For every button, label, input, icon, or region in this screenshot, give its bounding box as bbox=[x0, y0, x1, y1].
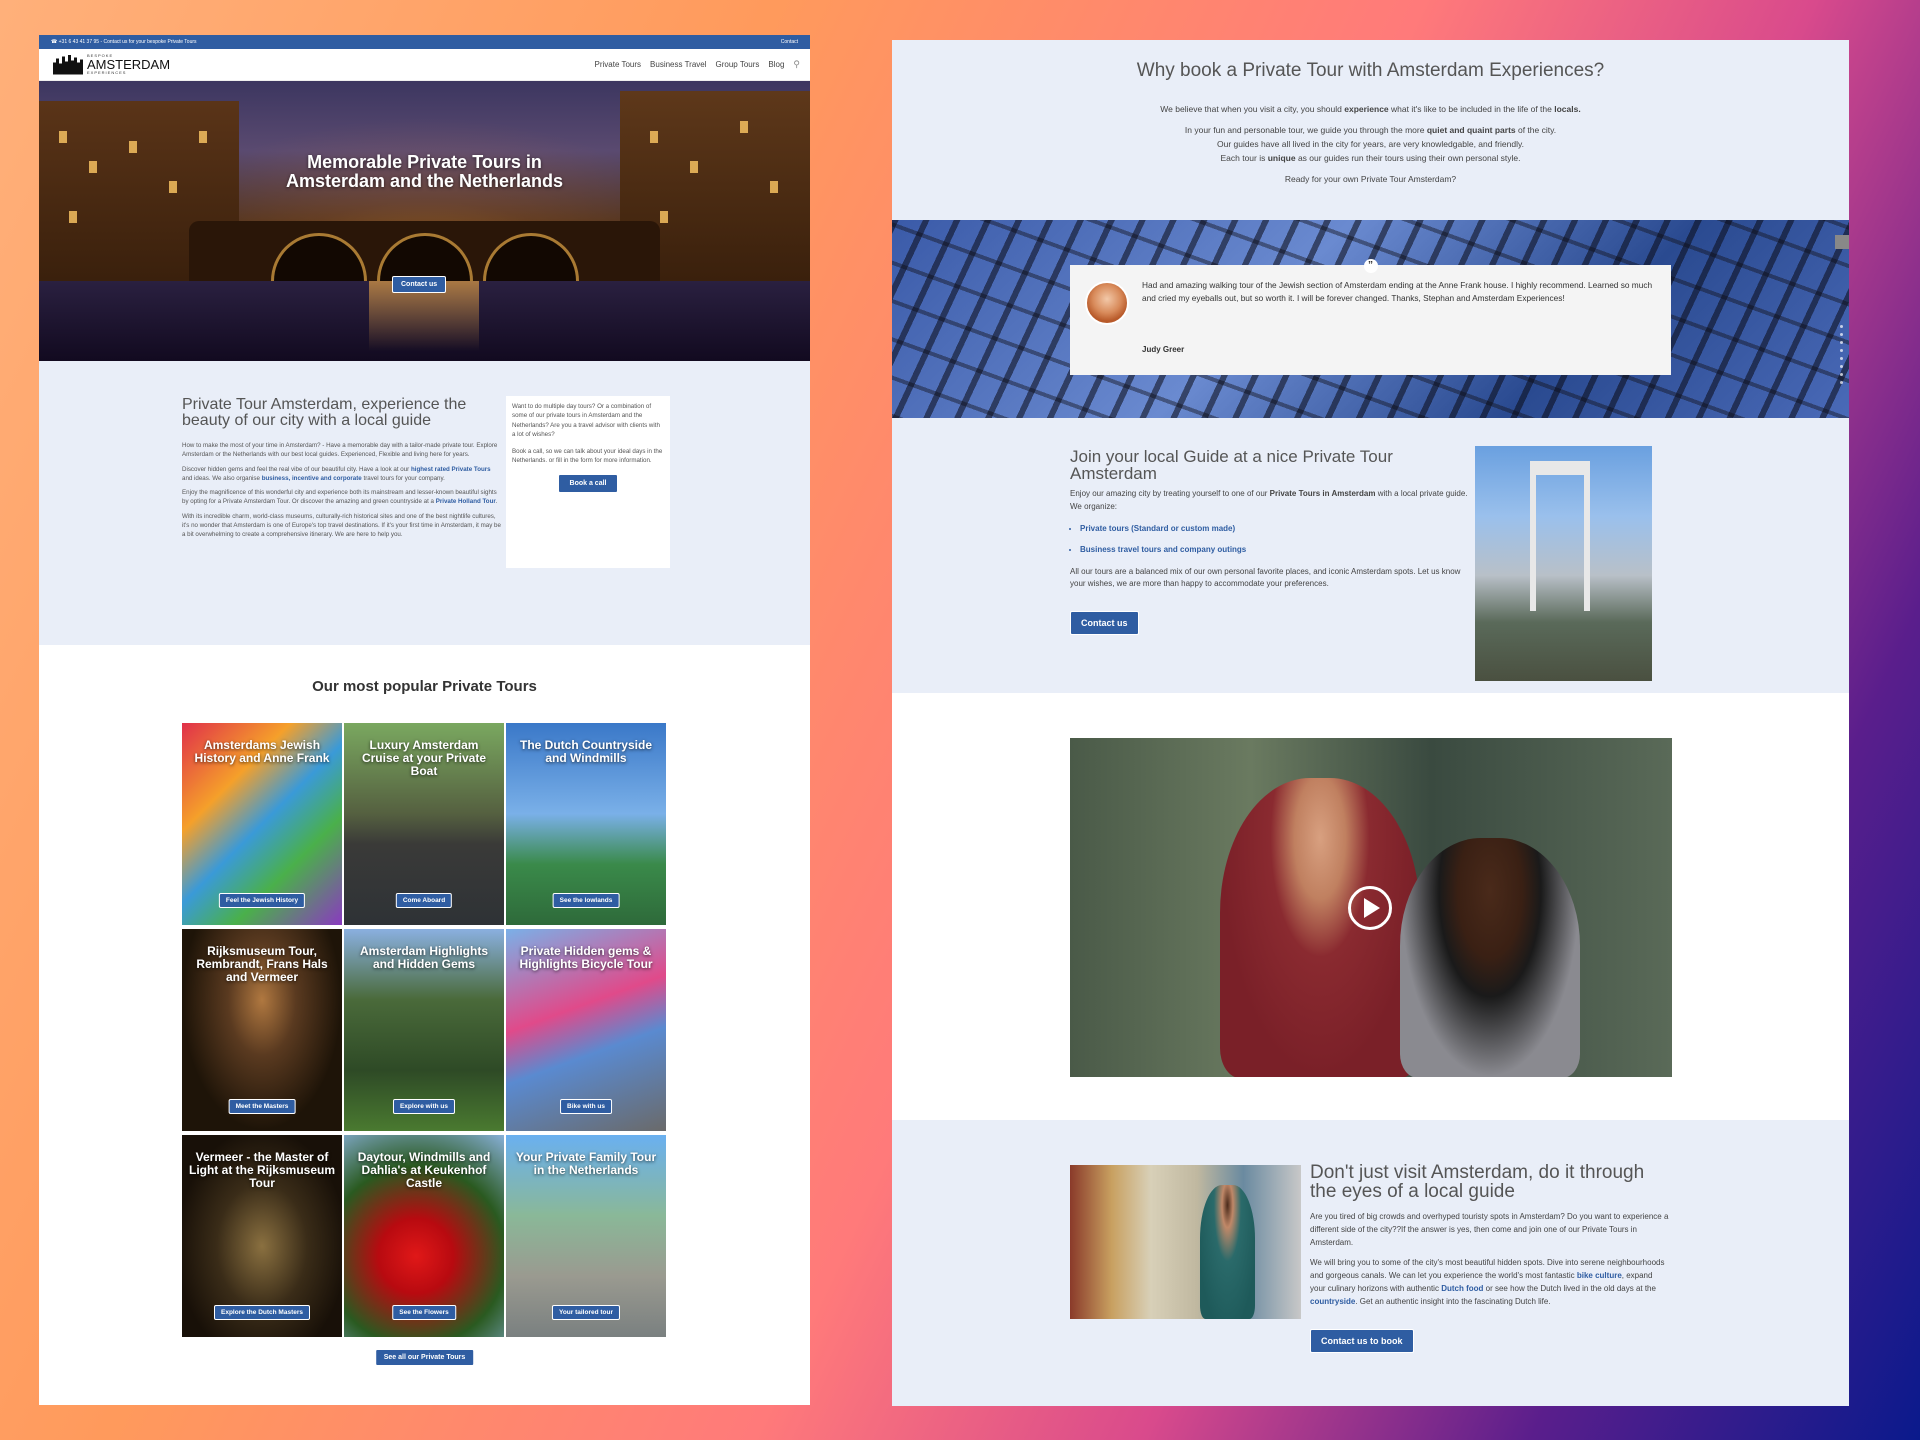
join-contact-button[interactable]: Contact us bbox=[1070, 611, 1139, 636]
private-holland-tour-link[interactable]: Private Holland Tour bbox=[436, 498, 496, 505]
book-call-text: Want to do multiple day tours? Or a comb… bbox=[512, 403, 660, 438]
tour-tile-button[interactable]: Explore with us bbox=[392, 1099, 456, 1114]
video-person bbox=[1400, 838, 1580, 1077]
see-all-tours-button[interactable]: See all our Private Tours bbox=[374, 1349, 475, 1366]
hero-contact-button[interactable]: Contact us bbox=[392, 276, 447, 293]
business-travel-link[interactable]: business, incentive and corporate bbox=[262, 475, 362, 482]
guide-image bbox=[1070, 1165, 1301, 1319]
reviewer-avatar bbox=[1085, 281, 1129, 325]
search-icon[interactable]: ⚲ bbox=[793, 59, 800, 70]
tour-tile[interactable]: Luxury Amsterdam Cruise at your Private … bbox=[344, 723, 504, 925]
intro-paragraph: Discover hidden gems and feel the real v… bbox=[182, 465, 491, 482]
tour-grid: Amsterdams Jewish History and Anne Frank… bbox=[182, 723, 666, 1337]
intro-paragraph: How to make the most of your time in Ams… bbox=[182, 442, 498, 459]
why-paragraph: Our guides have all lived in the city fo… bbox=[1217, 139, 1524, 150]
tour-tile[interactable]: Amsterdam Highlights and Hidden Gems Expl… bbox=[344, 929, 504, 1131]
site-logo[interactable]: BESPOKE AMSTERDAM EXPERIENCES bbox=[53, 54, 170, 75]
slider-dots[interactable] bbox=[1840, 325, 1843, 384]
local-title: Don't just visit Amsterdam, do it throug… bbox=[1310, 1162, 1645, 1202]
local-guide-section: Don't just visit Amsterdam, do it throug… bbox=[892, 1120, 1849, 1406]
local-paragraph: We will bring you to some of the city's … bbox=[1310, 1258, 1665, 1306]
contact-to-book-button[interactable]: Contact us to book bbox=[1310, 1328, 1414, 1353]
video-section bbox=[892, 693, 1849, 1120]
hero-banner: Memorable Private Tours in Amsterdam and… bbox=[39, 81, 810, 361]
book-call-button[interactable]: Book a call bbox=[558, 473, 618, 493]
tour-tile-button[interactable]: Explore the Dutch Masters bbox=[214, 1305, 310, 1320]
tour-tile-button[interactable]: Your tailored tour bbox=[551, 1305, 621, 1320]
tour-tile[interactable]: Vermeer - the Master of Light at the Rij… bbox=[182, 1135, 342, 1337]
intro-paragraph: With its incredible charm, world-class m… bbox=[182, 512, 501, 539]
join-title: Join your local Guide at a nice Private … bbox=[1070, 447, 1393, 483]
tour-tile[interactable]: Your Private Family Tour in the Netherla… bbox=[506, 1135, 666, 1337]
bridge-tower-shape bbox=[1530, 461, 1590, 611]
join-paragraph: Enjoy our amazing city by treating yours… bbox=[1070, 489, 1468, 511]
why-paragraph: Each tour is unique as our guides run th… bbox=[1220, 153, 1521, 164]
topbar-phone[interactable]: ☎ +31 6 43 41 37 95 - Contact us for you… bbox=[51, 39, 197, 45]
tour-tile-button[interactable]: Feel the Jewish History bbox=[218, 893, 306, 908]
testimonial-author: Judy Greer bbox=[1142, 345, 1185, 354]
tour-tile[interactable]: Daytour, Windmills and Dahlia's at Keuke… bbox=[344, 1135, 504, 1337]
popular-tours-title: Our most popular Private Tours bbox=[312, 678, 537, 695]
tour-tile-button[interactable]: Come Aboard bbox=[395, 893, 453, 908]
countryside-link[interactable]: countryside bbox=[1310, 1297, 1355, 1306]
video-player[interactable] bbox=[1070, 738, 1672, 1077]
tour-tile[interactable]: Private Hidden gems & Highlights Bicycle… bbox=[506, 929, 666, 1131]
tour-types-list: Private tours (Standard or custom made) … bbox=[1070, 524, 1470, 554]
homepage-screenshot-right: Why book a Private Tour with Amsterdam E… bbox=[892, 40, 1849, 1406]
why-paragraph: We believe that when you visit a city, y… bbox=[1160, 104, 1581, 114]
intro-paragraph: Enjoy the magnificence of this wonderful… bbox=[182, 489, 498, 506]
topbar-contact-link[interactable]: Contact bbox=[781, 39, 798, 45]
logo-sub-text: EXPERIENCES bbox=[87, 70, 127, 75]
dutch-food-link[interactable]: Dutch food bbox=[1441, 1284, 1483, 1293]
video-person bbox=[1220, 778, 1420, 1077]
play-icon[interactable] bbox=[1348, 886, 1392, 930]
list-item[interactable]: Private tours (Standard or custom made) bbox=[1080, 524, 1470, 533]
hero-title: Memorable Private Tours in Amsterdam and… bbox=[285, 152, 564, 191]
local-paragraph: Are you tired of big crowds and overhype… bbox=[1310, 1212, 1669, 1247]
nav-group-tours[interactable]: Group Tours bbox=[716, 60, 760, 69]
guide-figure bbox=[1200, 1185, 1255, 1319]
scroll-up-icon[interactable] bbox=[1835, 235, 1849, 249]
tour-tile[interactable]: Rijksmuseum Tour, Rembrandt, Frans Hals … bbox=[182, 929, 342, 1131]
main-nav: BESPOKE AMSTERDAM EXPERIENCES Private To… bbox=[39, 49, 810, 81]
tour-tile-button[interactable]: See the lowlands bbox=[552, 893, 620, 908]
tour-tile[interactable]: Amsterdams Jewish History and Anne Frank… bbox=[182, 723, 342, 925]
top-bar: ☎ +31 6 43 41 37 95 - Contact us for you… bbox=[39, 35, 810, 49]
testimonial-card: ” Had and amazing walking tour of the Je… bbox=[1070, 259, 1671, 375]
why-book-section: Why book a Private Tour with Amsterdam E… bbox=[892, 40, 1849, 220]
join-guide-section: Join your local Guide at a nice Private … bbox=[892, 418, 1849, 693]
why-paragraph: Ready for your own Private Tour Amsterda… bbox=[1284, 174, 1457, 185]
nav-business-travel[interactable]: Business Travel bbox=[650, 60, 706, 69]
join-paragraph: All our tours are a balanced mix of our … bbox=[1070, 566, 1461, 589]
bridge-cyclists-image bbox=[1475, 446, 1652, 681]
tour-tile-button[interactable]: Bike with us bbox=[560, 1099, 612, 1114]
highest-rated-link[interactable]: highest rated Private Tours bbox=[411, 466, 491, 473]
quote-icon: ” bbox=[1363, 259, 1378, 273]
why-book-title: Why book a Private Tour with Amsterdam E… bbox=[1136, 60, 1605, 81]
tour-tile[interactable]: The Dutch Countryside and Windmills See t… bbox=[506, 723, 666, 925]
homepage-screenshot-left: ☎ +31 6 43 41 37 95 - Contact us for you… bbox=[39, 35, 810, 1405]
testimonial-section: ” Had and amazing walking tour of the Je… bbox=[892, 220, 1849, 418]
tour-tile-button[interactable]: Meet the Masters bbox=[228, 1099, 296, 1114]
tour-tile-button[interactable]: See the Flowers bbox=[392, 1305, 456, 1320]
nav-menu: Private Tours Business Travel Group Tour… bbox=[595, 59, 801, 70]
why-paragraph: In your fun and personable tour, we guid… bbox=[1184, 125, 1557, 136]
book-call-card: Want to do multiple day tours? Or a comb… bbox=[506, 396, 670, 568]
testimonial-text: Had and amazing walking tour of the Jewi… bbox=[1142, 280, 1653, 303]
skyline-icon bbox=[53, 54, 83, 75]
list-item[interactable]: Business travel tours and company outing… bbox=[1080, 545, 1470, 554]
bike-culture-link[interactable]: bike culture bbox=[1577, 1271, 1622, 1280]
nav-private-tours[interactable]: Private Tours bbox=[595, 60, 642, 69]
nav-blog[interactable]: Blog bbox=[768, 60, 784, 69]
popular-tours-section: Our most popular Private Tours Amsterdam… bbox=[39, 645, 810, 1405]
book-call-text: Book a call, so we can talk about your i… bbox=[512, 448, 663, 465]
intro-title: Private Tour Amsterdam, experience the b… bbox=[182, 396, 467, 429]
intro-section: Private Tour Amsterdam, experience the b… bbox=[39, 361, 810, 645]
